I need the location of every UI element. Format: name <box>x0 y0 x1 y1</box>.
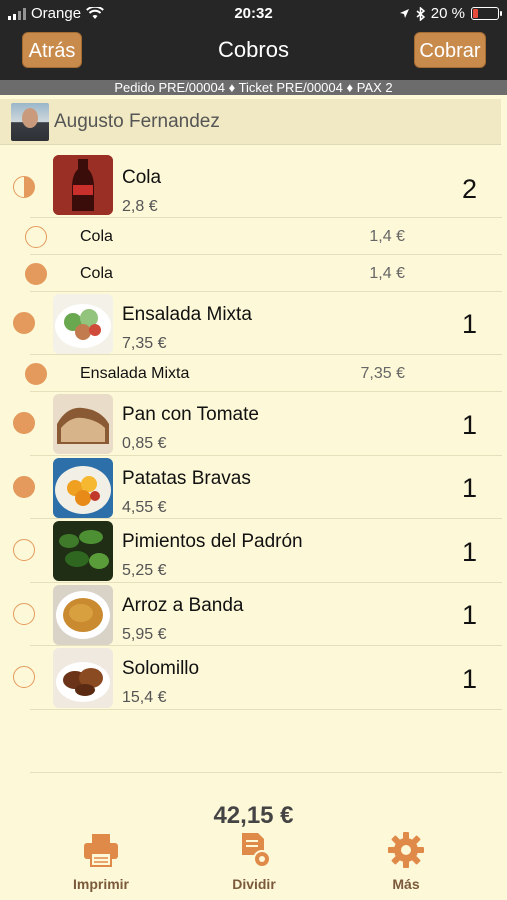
list-item[interactable]: Solomillo 15,4 € 1 <box>0 646 507 710</box>
product-name: Arroz a Banda <box>122 595 244 616</box>
selection-radio[interactable] <box>13 539 35 561</box>
product-quantity: 2 <box>461 174 477 204</box>
battery-icon <box>471 7 502 20</box>
nav-bar: Atrás Cobros Cobrar <box>0 28 507 80</box>
status-right: 20 % <box>399 5 502 22</box>
list-item[interactable]: Arroz a Banda 5,95 € 1 <box>0 583 507 646</box>
order-info-bar: Pedido PRE/00004 ♦ Ticket PRE/00004 ♦ PA… <box>0 80 507 95</box>
selection-radio[interactable] <box>25 226 47 248</box>
tab-more-label: Más <box>392 876 420 892</box>
product-image <box>53 394 113 454</box>
selection-radio[interactable] <box>13 476 35 498</box>
subitem-price: 7,35 € <box>360 365 405 382</box>
sub-list-item[interactable]: Cola 1,4 € <box>0 255 507 292</box>
product-name: Pimientos del Padrón <box>122 531 303 552</box>
subitem-name: Cola <box>80 228 113 245</box>
product-price: 15,4 € <box>122 689 167 706</box>
customer-row[interactable]: Augusto Fernandez <box>0 99 501 145</box>
selection-radio[interactable] <box>13 666 35 688</box>
bluetooth-icon <box>416 6 425 21</box>
product-price: 0,85 € <box>122 435 167 452</box>
tab-split-label: Dividir <box>232 876 276 892</box>
product-price: 2,8 € <box>122 198 158 215</box>
product-name: Ensalada Mixta <box>122 304 252 325</box>
product-image <box>53 458 113 518</box>
list-item[interactable]: Cola 2,8 € 2 <box>0 150 507 218</box>
selection-radio[interactable] <box>25 363 47 385</box>
sub-list-item[interactable]: Ensalada Mixta 7,35 € <box>0 355 507 392</box>
product-quantity: 1 <box>461 309 477 339</box>
customer-name: Augusto Fernandez <box>54 111 220 132</box>
list-item[interactable]: Pimientos del Padrón 5,25 € 1 <box>0 519 507 583</box>
product-name: Patatas Bravas <box>122 468 251 489</box>
tab-split[interactable]: Dividir <box>199 830 309 892</box>
product-image <box>53 521 113 581</box>
subitem-name: Ensalada Mixta <box>80 365 190 382</box>
status-bar: Orange 20:32 20 % <box>0 0 507 28</box>
printer-icon <box>84 834 118 867</box>
subitem-name: Cola <box>80 265 113 282</box>
product-price: 5,25 € <box>122 562 167 579</box>
tab-bar: Imprimir Dividir Más <box>0 826 507 900</box>
selection-radio[interactable] <box>13 603 35 625</box>
sub-list-item[interactable]: Cola 1,4 € <box>0 218 507 255</box>
location-icon <box>399 9 409 18</box>
product-image <box>53 648 113 708</box>
battery-percent: 20 % <box>430 5 465 22</box>
list-item[interactable]: Ensalada Mixta 7,35 € 1 <box>0 292 507 355</box>
product-image <box>53 294 113 354</box>
gear-icon <box>388 832 424 868</box>
selection-radio[interactable] <box>13 176 35 198</box>
product-quantity: 1 <box>461 537 477 567</box>
product-price: 7,35 € <box>122 335 167 352</box>
product-quantity: 1 <box>461 473 477 503</box>
product-name: Pan con Tomate <box>122 404 259 425</box>
selection-radio[interactable] <box>13 312 35 334</box>
charge-button[interactable]: Cobrar <box>414 32 486 68</box>
product-quantity: 1 <box>461 410 477 440</box>
selection-radio[interactable] <box>13 412 35 434</box>
selection-radio[interactable] <box>25 263 47 285</box>
product-price: 5,95 € <box>122 626 167 643</box>
split-document-icon <box>242 833 271 868</box>
product-quantity: 1 <box>461 664 477 694</box>
product-name: Cola <box>122 167 162 188</box>
product-image <box>53 585 113 645</box>
product-price: 4,55 € <box>122 499 167 516</box>
tab-print-label: Imprimir <box>72 876 129 892</box>
tab-more[interactable]: Más <box>351 830 461 892</box>
list-item[interactable]: Patatas Bravas 4,55 € 1 <box>0 456 507 519</box>
tab-print[interactable]: Imprimir <box>46 830 156 892</box>
divider <box>30 772 502 773</box>
product-image <box>53 155 113 215</box>
product-quantity: 1 <box>461 600 477 630</box>
product-name: Solomillo <box>122 658 200 679</box>
subitem-price: 1,4 € <box>369 265 405 282</box>
avatar <box>11 103 49 141</box>
subitem-price: 1,4 € <box>369 228 405 245</box>
list-item[interactable]: Pan con Tomate 0,85 € 1 <box>0 392 507 456</box>
